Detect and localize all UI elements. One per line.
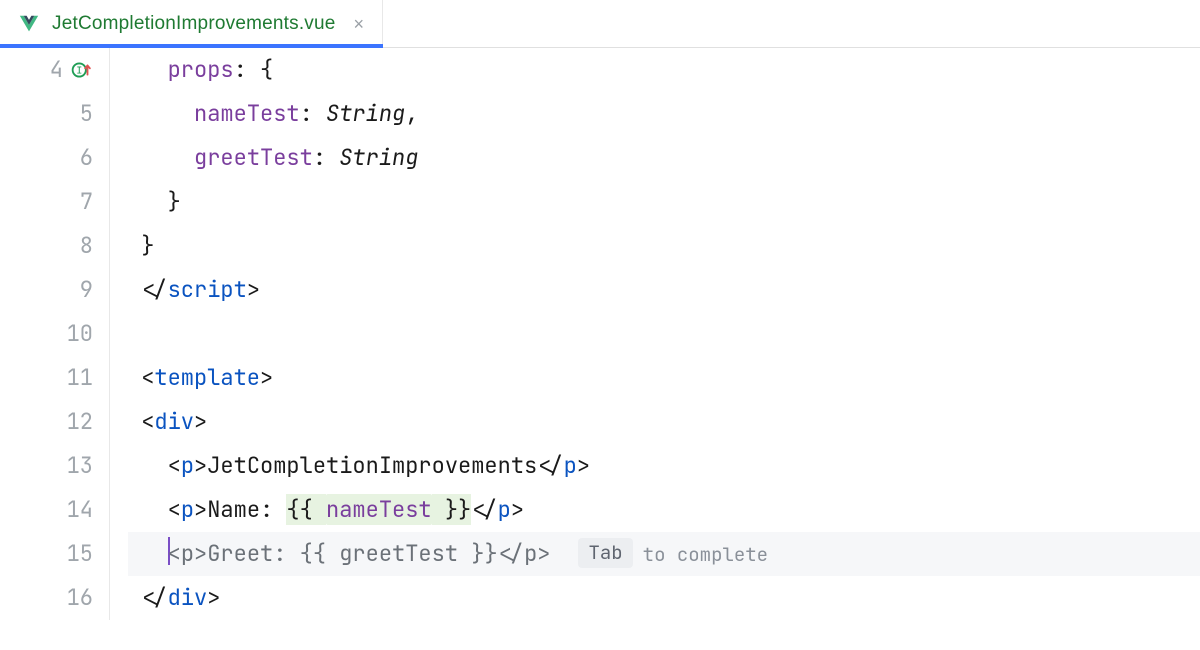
vue-file-icon [18,13,40,35]
code-line[interactable]: <template> [128,356,1200,400]
html-text: JetCompletionImprovements [207,451,537,480]
js-punct: : { [234,55,274,84]
file-tab-label: JetCompletionImprovements.vue [52,13,336,35]
code-area[interactable]: props: { nameTest: String, greetTest: St… [110,48,1200,620]
tab-hint-pill[interactable]: Tab [578,538,632,568]
code-line[interactable]: </div> [128,576,1200,620]
line-number: 16 [63,576,93,620]
line-number: 12 [63,400,93,444]
line-number: 6 [63,136,93,180]
html-tag: div [168,583,208,612]
line-number: 10 [63,312,93,356]
html-tag: p [181,495,194,524]
line-number: 8 [63,224,93,268]
line-number: 9 [63,268,93,312]
js-type: String [339,143,418,172]
js-type: String [326,99,405,128]
line-number: 14 [63,488,93,532]
code-line[interactable]: <p>JetCompletionImprovements</p> [128,444,1200,488]
code-line[interactable]: <p>Name: {{ nameTest }}</p> [128,488,1200,532]
code-line[interactable]: nameTest: String, [128,92,1200,136]
line-number: 4 [33,48,63,92]
code-editor[interactable]: 4 I 5 6 7 8 9 10 11 12 13 14 15 16 props… [0,48,1200,620]
html-tag: script [168,275,247,304]
tab-bar: JetCompletionImprovements.vue × [0,0,1200,48]
inline-suggestion: <p>Greet: {{ greetTest }}</p> [168,539,551,568]
code-line-current[interactable]: <p>Greet: {{ greetTest }}</p> Tab to compl… [128,532,1200,576]
code-line[interactable]: greetTest: String [128,136,1200,180]
line-number: 11 [63,356,93,400]
code-line[interactable]: </script> [128,268,1200,312]
code-line[interactable]: <div> [128,400,1200,444]
js-key: props [168,55,234,84]
line-number: 5 [63,92,93,136]
code-line[interactable]: props: { [128,48,1200,92]
code-line[interactable] [128,312,1200,356]
code-line[interactable]: } [128,180,1200,224]
file-tab[interactable]: JetCompletionImprovements.vue × [0,0,383,47]
implements-gutter-icon[interactable]: I [71,59,93,81]
vue-expression: nameTest [326,494,432,525]
svg-text:I: I [76,66,82,77]
html-tag: div [154,407,194,436]
line-number-gutter: 4 I 5 6 7 8 9 10 11 12 13 14 15 16 [0,48,110,620]
line-number: 15 [63,532,93,576]
js-key: nameTest [194,99,300,128]
tab-hint-text: to complete [643,542,768,567]
js-key: greetTest [194,143,313,172]
line-number: 13 [63,444,93,488]
html-tag: p [181,451,194,480]
close-icon[interactable]: × [354,15,365,33]
html-tag: template [154,363,260,392]
line-number: 7 [63,180,93,224]
code-line[interactable]: } [128,224,1200,268]
